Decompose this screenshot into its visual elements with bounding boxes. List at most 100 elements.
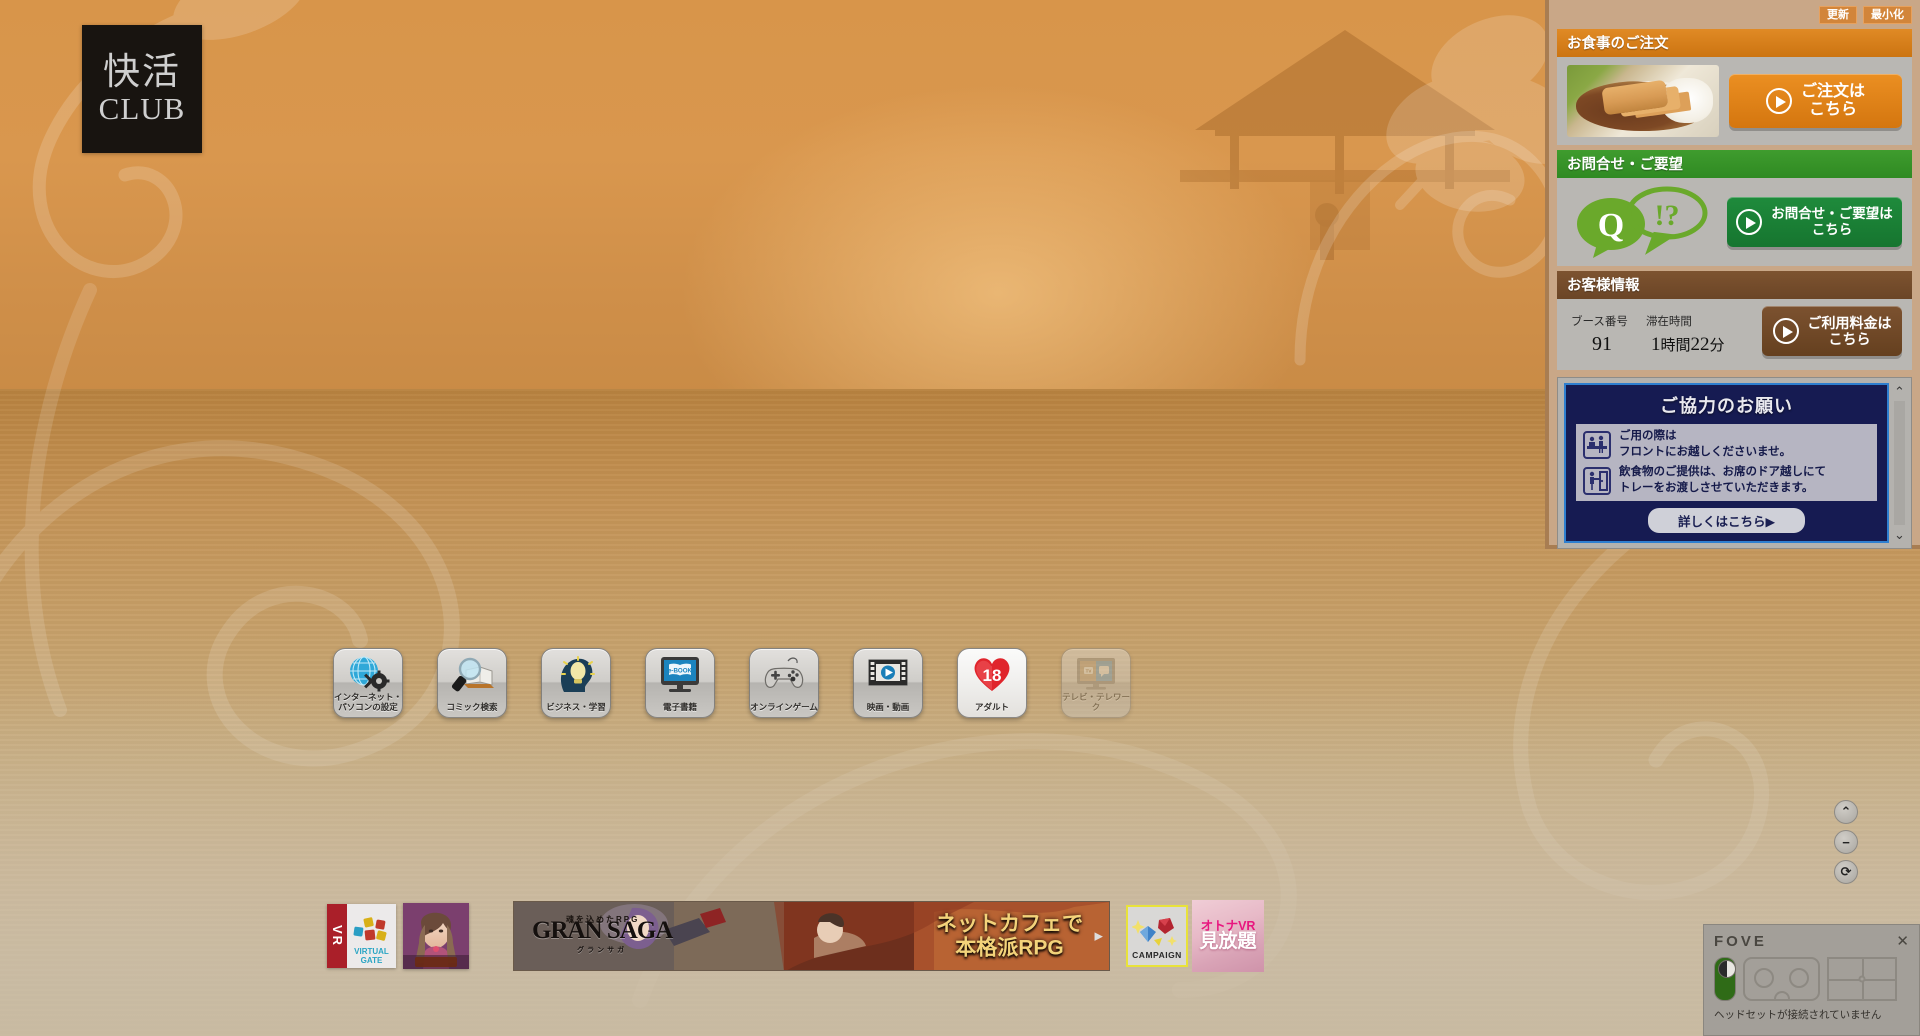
food-order-section: お食事のご注文 ご注文は こちら: [1557, 29, 1912, 145]
inquiry-button[interactable]: お問合せ・ご要望は こちら: [1727, 197, 1902, 247]
app-ebook[interactable]: e-BOOK 電子書籍: [645, 648, 715, 718]
banner-campaign[interactable]: CAMPAIGN: [1126, 905, 1188, 967]
scrollbar-down-arrow-icon[interactable]: ⌄: [1894, 528, 1905, 541]
fove-status-text: ヘッドセットが接続されていません: [1714, 1009, 1882, 1021]
notice-items: ご用の際は フロントにお越しくださいませ。 飲食物のご提供は、お席のドア越しにて…: [1576, 424, 1877, 502]
floating-side-controls: ⌃ − ⟳: [1834, 800, 1858, 884]
stay-minutes-unit: 分: [1709, 337, 1725, 355]
notice-item: ご用の際は フロントにお越しくださいませ。: [1583, 429, 1870, 460]
scrollbar-track[interactable]: [1894, 401, 1905, 526]
notice-title: ご協力のお願い: [1660, 396, 1793, 417]
stay-time-value: 1時間22分: [1651, 334, 1725, 356]
inquiry-body: Q !? お問合せ・ご要望は こちら: [1557, 178, 1912, 266]
svg-text:e-BOOK: e-BOOK: [668, 668, 693, 675]
booth-number-value: 91: [1592, 333, 1612, 356]
scrollbar-up-arrow-icon[interactable]: ⌃: [1894, 385, 1905, 398]
notice-item: 飲食物のご提供は、お席のドア越しにて トレーをお渡しさせていただきます。: [1583, 465, 1870, 496]
notice-item-line2: フロントにお越しくださいませ。: [1619, 445, 1792, 458]
inquiry-title: お問合せ・ご要望: [1557, 150, 1912, 178]
fee-info-button-label-1: ご利用料金は: [1807, 315, 1892, 331]
wallpaper-bottom-haze: [0, 683, 1920, 1036]
virtual-text: VIRTUAL: [354, 946, 389, 956]
svg-text:18: 18: [983, 666, 1002, 685]
window-controls: 更新 最小化: [1557, 6, 1912, 24]
heart-18-icon: 18: [970, 654, 1014, 694]
food-order-button-label-1: ご注文は: [1800, 82, 1865, 100]
food-order-body: ご注文は こちら: [1557, 57, 1912, 145]
fove-brand-label: FOVE: [1714, 933, 1767, 950]
reload-button[interactable]: ⟳: [1834, 860, 1858, 884]
stay-hours-unit: 時間: [1660, 337, 1691, 355]
minimize-button[interactable]: −: [1834, 830, 1858, 854]
banner-gran-saga[interactable]: 魂を込めたRPG GRAN SAGA グランサガ ネットカフェで 本格派RPG …: [513, 901, 1110, 971]
app-adult[interactable]: 18 アダルト: [957, 648, 1027, 718]
app-internet-settings[interactable]: インターネット・ パソコンの設定: [333, 648, 403, 718]
logo-english-text: CLUB: [98, 90, 186, 126]
minimize-button[interactable]: 最小化: [1863, 6, 1912, 24]
notice-scroll-area: ご協力のお願い ご用の際は フロントにお越しくださいませ。 飲食物のご提供は、お…: [1557, 377, 1912, 550]
app-tv-telework[interactable]: TV テレビ・テレワーク: [1061, 648, 1131, 718]
gems-icon: [1132, 918, 1177, 946]
refresh-button[interactable]: 更新: [1819, 6, 1857, 24]
app-movie-video[interactable]: 映画・動画: [853, 648, 923, 718]
notice-item-line1: 飲食物のご提供は、お席のドア越しにて: [1619, 466, 1826, 479]
app-label: ビジネス・学習: [546, 701, 606, 712]
film-play-icon: [866, 654, 910, 694]
food-order-button[interactable]: ご注文は こちら: [1729, 73, 1902, 129]
inquiry-section: お問合せ・ご要望 Q !? お問合せ・ご要望は こちら: [1557, 150, 1912, 266]
application-launcher-row: インターネット・ パソコンの設定 コミック検索 ビジネス・学習 e-BOOK 電…: [333, 648, 1131, 718]
play-triangle-icon: [1765, 88, 1792, 114]
svg-text:Q: Q: [1598, 207, 1624, 244]
svg-text:TV: TV: [1086, 669, 1093, 674]
svg-text:!?: !?: [1655, 199, 1680, 232]
gate-text: GATE: [360, 955, 383, 965]
play-triangle-icon: [1772, 318, 1799, 345]
gran-saga-logo-sub: グランサガ: [577, 947, 628, 954]
booth-number-label: ブース番号: [1571, 316, 1628, 329]
app-label: 映画・動画: [866, 701, 910, 712]
inquiry-button-label-1: お問合せ・ご要望は: [1771, 206, 1893, 222]
notice-scrollbar[interactable]: ⌃ ⌄: [1892, 383, 1907, 544]
food-order-title: お食事のご注文: [1557, 29, 1912, 57]
globe-gear-icon: [346, 654, 390, 694]
play-triangle-icon: [1736, 209, 1763, 235]
banner-otona-vr[interactable]: オトナVR 見放題: [1192, 900, 1264, 972]
close-icon[interactable]: ✕: [1896, 934, 1909, 949]
banner-virtual-gate[interactable]: VR VIRTUAL GATE: [327, 904, 396, 968]
gran-saga-tagline: ネットカフェで 本格派RPG: [936, 912, 1083, 959]
ebook-monitor-icon: e-BOOK: [658, 654, 702, 694]
customer-info-title: お客様情報: [1557, 271, 1912, 299]
app-business-study[interactable]: ビジネス・学習: [541, 648, 611, 718]
food-order-button-label-2: こちら: [1808, 101, 1857, 118]
app-label: コミック検索: [446, 701, 498, 712]
scroll-up-button[interactable]: ⌃: [1834, 800, 1858, 824]
app-online-game[interactable]: オンラインゲーム: [749, 648, 819, 718]
door-tray-pictogram-icon: [1583, 466, 1611, 495]
app-comic-search[interactable]: コミック検索: [437, 648, 507, 718]
fee-info-button[interactable]: ご利用料金は こちら: [1762, 306, 1902, 357]
banner-fantasy-game[interactable]: [403, 903, 469, 969]
notice-item-line2: トレーをお渡しさせていただきます。: [1619, 481, 1814, 494]
notice-item-line1: ご用の際は: [1619, 430, 1677, 443]
otona-vr-line2: 見放題: [1199, 931, 1257, 953]
app-label: インターネット・ パソコンの設定: [334, 692, 403, 712]
promotional-banner-row: VR VIRTUAL GATE 魂を込めたRPG GRAN SAGA グランサガ…: [327, 900, 1264, 972]
kaikatsu-club-logo: 快活 CLUB: [82, 25, 202, 153]
battery-icon: [1714, 957, 1736, 1001]
app-label: 電子書籍: [662, 701, 697, 712]
fantasy-girl-thumbnail: [403, 903, 469, 969]
customer-info-body: ブース番号 滞在時間 91 1時間22分 ご利用料金は こちら: [1557, 299, 1912, 371]
headset-icon: [1743, 957, 1820, 1001]
inquiry-button-label-2: こちら: [1811, 222, 1853, 237]
fee-info-button-label-2: こちら: [1828, 331, 1871, 348]
notice-detail-button[interactable]: 詳しくはこちら▶: [1647, 508, 1806, 534]
app-label: アダルト: [974, 701, 1009, 712]
front-desk-pictogram-icon: [1583, 430, 1611, 459]
vr-label: VR: [327, 904, 347, 968]
service-side-panel: 更新 最小化 お食事のご注文 ご注文は こちら お問合せ・ご要望 Q !? お問…: [1545, 0, 1920, 550]
tracking-grid-icon: [1827, 957, 1897, 1001]
customer-info-section: お客様情報 ブース番号 滞在時間 91 1時間22分 ご利用料金は こちら: [1557, 271, 1912, 371]
banner-next-arrow-icon[interactable]: ▶: [1095, 930, 1103, 943]
stay-minutes-value: 22: [1690, 334, 1710, 356]
app-label: オンラインゲーム: [750, 701, 818, 712]
